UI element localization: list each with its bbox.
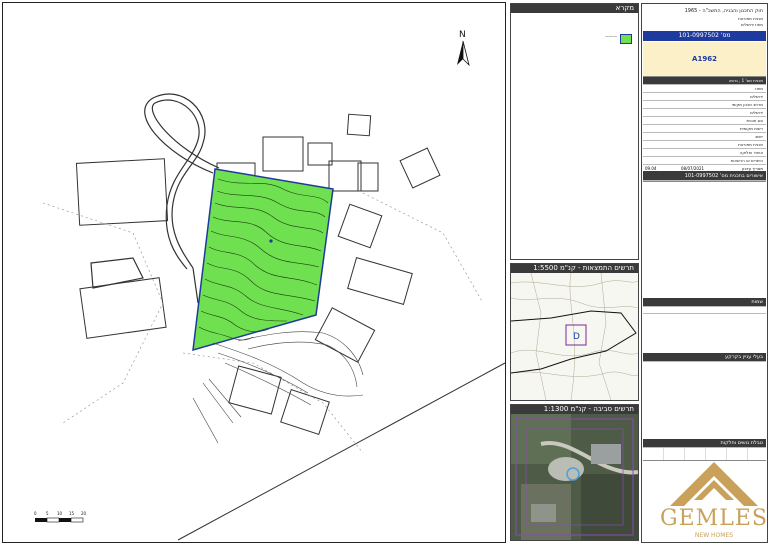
north-arrow-icon: [457, 40, 470, 67]
info-row: היתרים או הרשאות: [643, 157, 766, 165]
location-map-drawing: D: [511, 273, 638, 400]
info-row: מרחב תכנון מקומי: [643, 101, 766, 109]
legend-title: מקרא: [511, 4, 638, 13]
info-row: סוג תכנית: [643, 117, 766, 125]
legend-item-label: ———: [605, 34, 617, 39]
house-logo-icon: [670, 462, 758, 506]
road-line: [177, 362, 505, 541]
plan-number: מס' 101-0997502: [643, 31, 766, 41]
title-top-line1: חוק התכנון והבניה, התשכ"ה - 1965: [684, 8, 763, 14]
info-header: תכנית מס' 1 , גרסה: [643, 77, 766, 85]
legend-panel: מקרא ———: [510, 3, 639, 260]
info-row: מחוז: [643, 85, 766, 93]
road-outline: [90, 93, 220, 304]
scale-bar: 0 5 10 15 20: [34, 511, 87, 523]
site-plan-drawing: N 0 5 10 15 20: [34, 30, 505, 541]
location-map-title: תרשים התמצאות - קנ"מ 1:5500: [511, 264, 638, 273]
location-map-panel[interactable]: תרשים התמצאות - קנ"מ 1:5500 D: [510, 263, 639, 401]
info-row: ירושלים: [643, 109, 766, 117]
info-row: תכנית מפורטת: [643, 141, 766, 149]
info-row: יישוב: [643, 133, 766, 141]
info-row: איחוד וחלוקה: [643, 149, 766, 157]
scale-number: 5: [46, 511, 49, 516]
aerial-photo: [511, 414, 638, 540]
title-top-line3: מחוז ירושלים: [741, 22, 763, 27]
gemles-watermark: GEMLES NEW HOMES: [658, 458, 770, 544]
aerial-map-title: תרשים סביבה - קנ"מ 1:1300: [511, 405, 638, 414]
aerial-map-panel[interactable]: תרשים סביבה - קנ"מ 1:1300: [510, 404, 639, 541]
info-row: ירושלים: [643, 93, 766, 101]
info-row: רשות מקומית: [643, 125, 766, 133]
scale-number: 15: [69, 511, 75, 516]
owners-header: בעלי עניין בקרקע: [643, 353, 766, 362]
site-plan-map[interactable]: N 0 5 10 15 20: [2, 2, 506, 543]
legend-swatch: [620, 34, 632, 44]
parcels-table-header: טבלת גושים וחלקות: [643, 439, 766, 448]
scale-number: 20: [81, 511, 87, 516]
names-header: שמות: [643, 298, 766, 307]
svg-text:D: D: [573, 332, 580, 342]
watermark-brand: GEMLES: [660, 506, 768, 531]
north-label: N: [459, 30, 466, 40]
watermark-sub: NEW HOMES: [694, 532, 734, 539]
approvals-header: אישורים בתכנית מס' 101-0997502: [643, 171, 766, 181]
plan-name: A1962: [643, 42, 766, 77]
title-top-line2: תכנית מפורטת: [738, 16, 763, 21]
scale-number: 0: [34, 511, 37, 516]
scale-number: 10: [57, 511, 63, 516]
